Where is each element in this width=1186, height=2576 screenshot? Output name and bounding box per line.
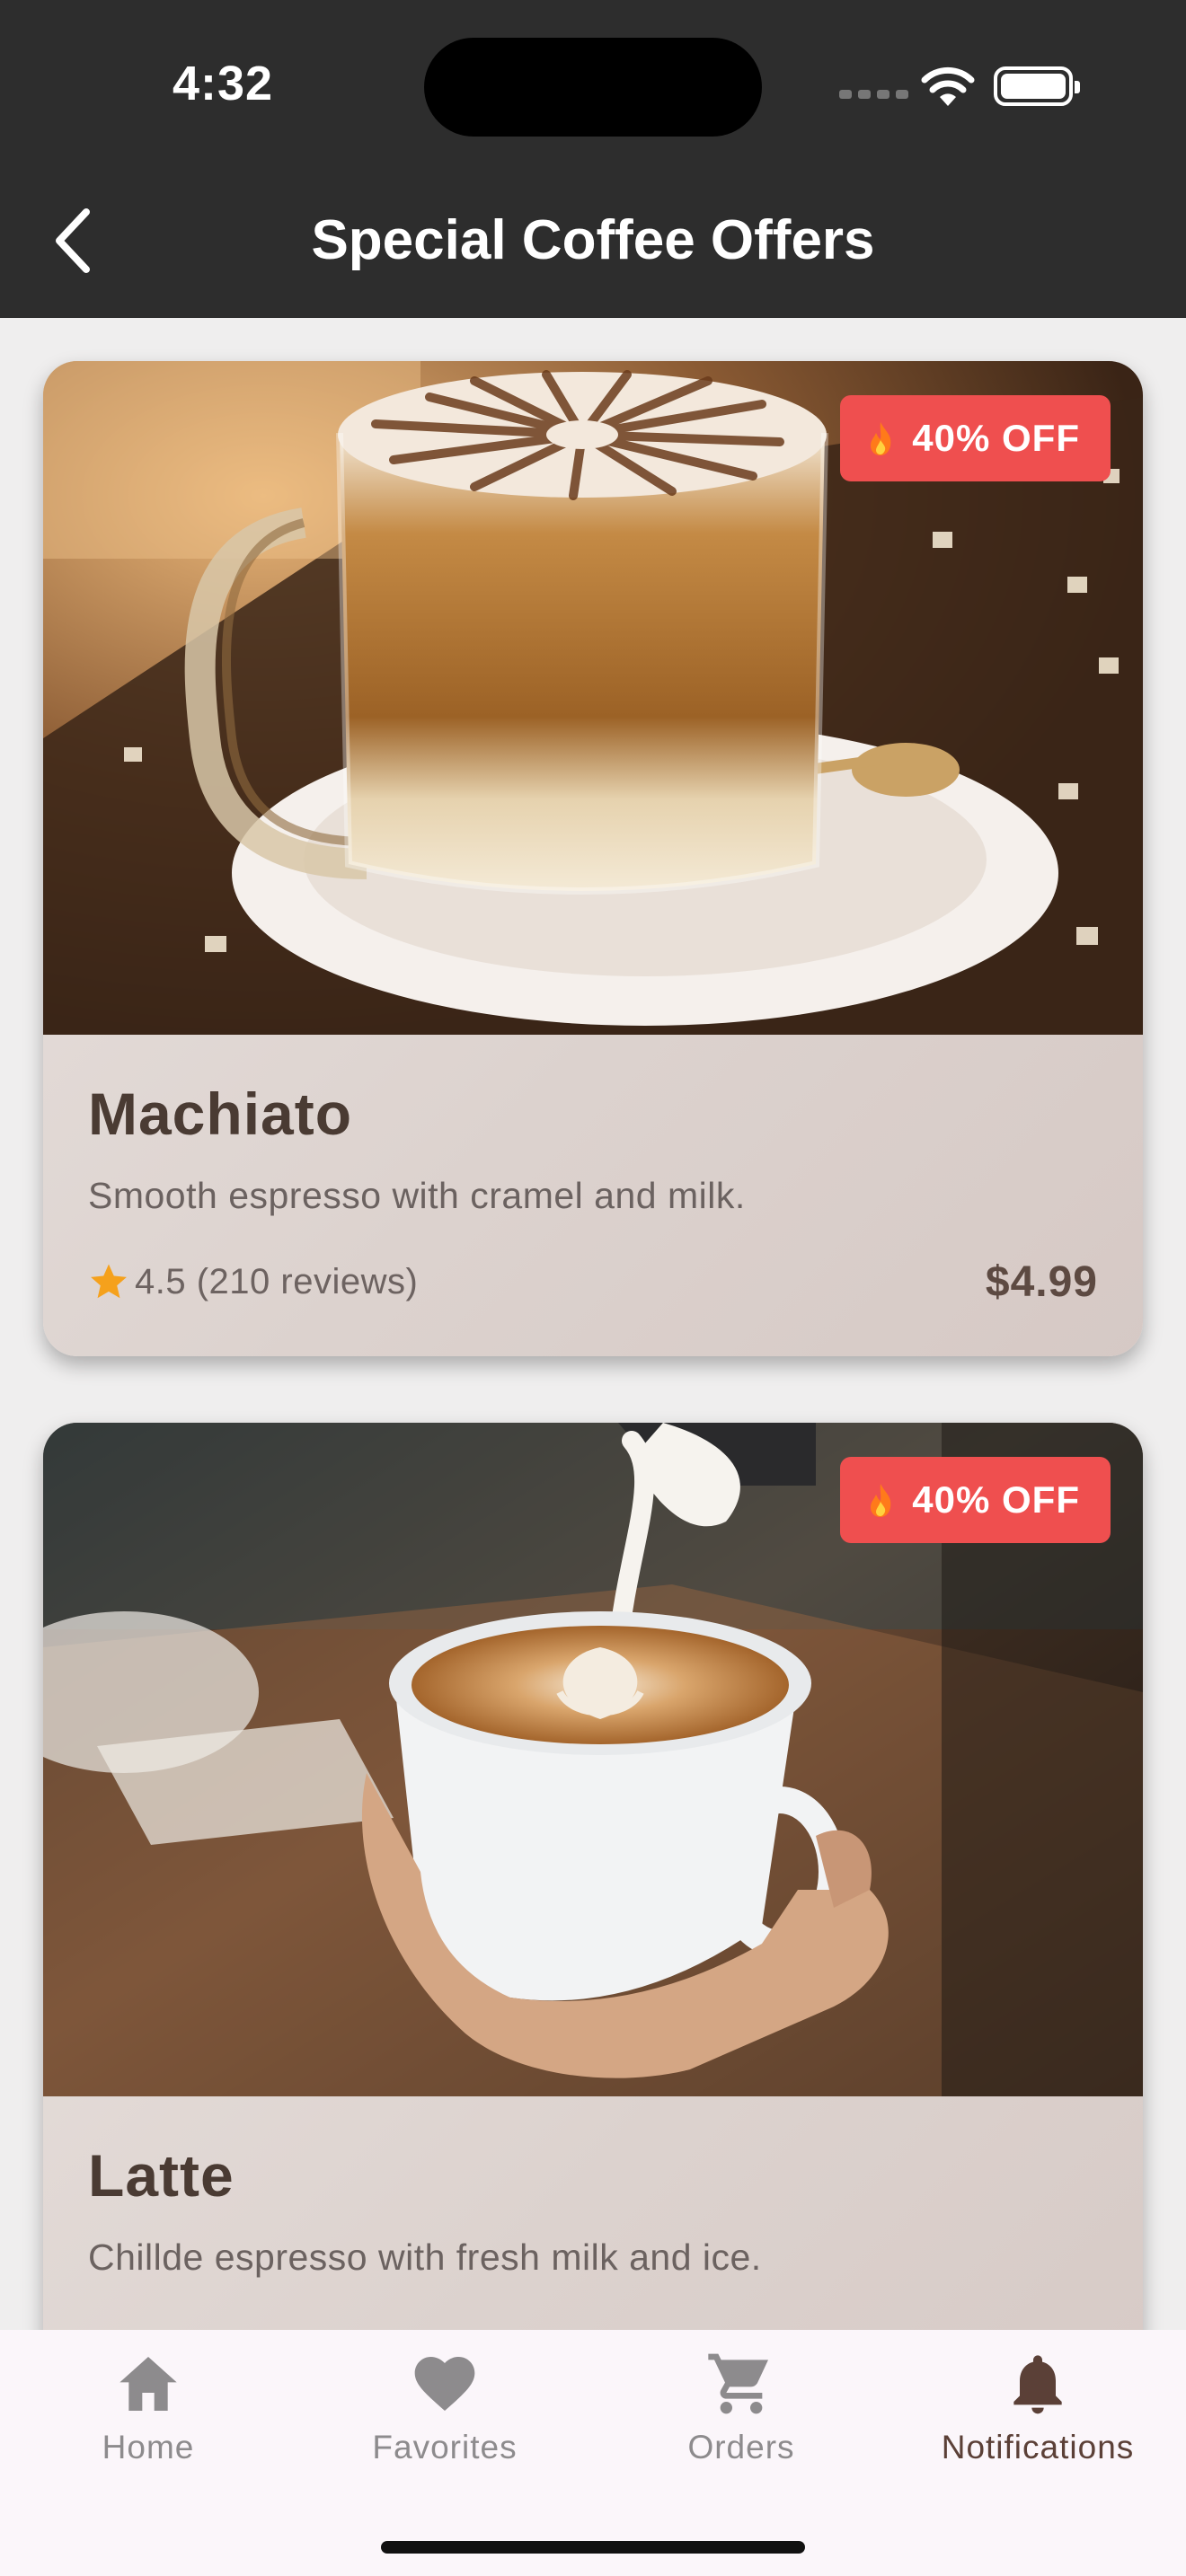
bell-icon	[1013, 2355, 1062, 2414]
nav-label-orders: Orders	[687, 2429, 795, 2466]
offer-card[interactable]: 40% OFF Machiato Smooth espresso with cr…	[43, 361, 1143, 1356]
nav-label-home: Home	[102, 2429, 195, 2466]
offers-screen: 4:32 Special Coffee Offers 40% OFF Machi…	[0, 0, 1186, 2576]
rating: 4.5 (210 reviews)	[88, 1261, 418, 1302]
discount-badge: 40% OFF	[840, 395, 1111, 481]
badge-label: 40% OFF	[912, 1478, 1080, 1521]
nav-item-notifications[interactable]: Notifications	[890, 2330, 1186, 2501]
nav-item-orders[interactable]: Orders	[593, 2330, 890, 2501]
app-header: 4:32 Special Coffee Offers	[0, 0, 1186, 318]
nav-item-home[interactable]: Home	[0, 2330, 296, 2501]
home-icon	[119, 2357, 177, 2411]
rating-text: 4.5 (210 reviews)	[135, 1261, 419, 1301]
product-price: $4.99	[985, 1258, 1098, 1306]
fire-icon	[871, 422, 891, 455]
coffee-image: 40% OFF	[43, 1423, 1143, 2096]
nav-label-favorites: Favorites	[372, 2429, 518, 2466]
discount-badge: 40% OFF	[840, 1457, 1111, 1543]
bottom-navigation: Home Favorites Orders Notifications	[0, 2330, 1186, 2576]
cellular-signal-icon	[839, 90, 908, 99]
nav-item-favorites[interactable]: Favorites	[296, 2330, 593, 2501]
product-description: Smooth espresso with cramel and milk.	[88, 1175, 746, 1216]
badge-label: 40% OFF	[912, 417, 1080, 459]
product-name: Machiato	[88, 1081, 353, 1147]
star-icon	[91, 1264, 127, 1299]
dynamic-island	[424, 38, 762, 137]
coffee-image: 40% OFF	[43, 361, 1143, 1035]
battery-icon	[994, 66, 1080, 106]
status-time: 4:32	[173, 57, 274, 110]
nav-label-notifications: Notifications	[941, 2429, 1135, 2466]
home-indicator[interactable]	[381, 2541, 805, 2554]
cart-icon	[708, 2353, 768, 2414]
product-name: Latte	[88, 2142, 235, 2209]
heart-icon	[414, 2357, 475, 2411]
wifi-icon	[921, 66, 975, 106]
fire-icon	[871, 1484, 891, 1517]
product-description: Chillde espresso with fresh milk and ice…	[88, 2236, 762, 2278]
page-title: Special Coffee Offers	[311, 209, 875, 271]
